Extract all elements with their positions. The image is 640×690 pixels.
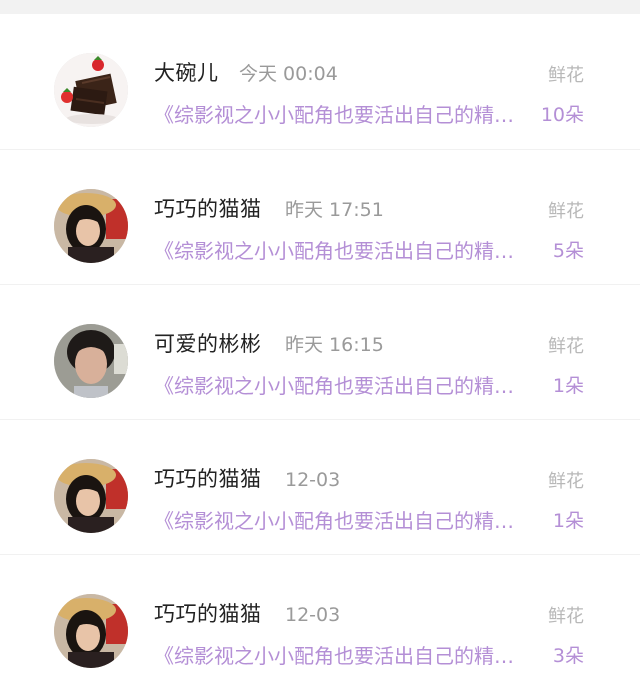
message-time: 12-03 [285, 604, 341, 626]
list-item[interactable]: 巧巧的猫猫 12-03 《综影视之小小配角也要活出自己的精彩》 鲜花 1朵 [0, 420, 640, 555]
sender-name[interactable]: 巧巧的猫猫 [154, 466, 262, 492]
list-item[interactable]: 可爱的彬彬 昨天 16:15 《综影视之小小配角也要活出自己的精彩》 鲜花 1朵 [0, 285, 640, 420]
gift-message-list: 大碗儿 今天 00:04 《综影视之小小配角也要活出自己的精彩》 鲜花 10朵 … [0, 14, 640, 690]
message-preview[interactable]: 《综影视之小小配角也要活出自己的精彩》 [154, 373, 532, 399]
list-item[interactable]: 巧巧的猫猫 12-03 《综影视之小小配角也要活出自己的精彩》 鲜花 3朵 [0, 555, 640, 690]
message-preview[interactable]: 《综影视之小小配角也要活出自己的精彩》 [154, 238, 532, 264]
message-time: 昨天 17:51 [285, 199, 384, 221]
sender-name[interactable]: 巧巧的猫猫 [154, 196, 262, 222]
gift-label: 鲜花 [548, 606, 584, 627]
list-item[interactable]: 大碗儿 今天 00:04 《综影视之小小配角也要活出自己的精彩》 鲜花 10朵 [0, 14, 640, 150]
gift-label: 鲜花 [548, 336, 584, 357]
sender-name[interactable]: 可爱的彬彬 [154, 331, 262, 357]
gift-label: 鲜花 [548, 471, 584, 492]
avatar[interactable] [54, 324, 128, 398]
message-preview[interactable]: 《综影视之小小配角也要活出自己的精彩》 [154, 643, 532, 669]
avatar-woman-straw-hat [54, 594, 128, 668]
gift-label: 鲜花 [548, 201, 584, 222]
avatar-short-hair-person [54, 324, 128, 398]
message-time: 12-03 [285, 469, 341, 491]
gift-count: 10朵 [540, 104, 584, 126]
avatar[interactable] [54, 594, 128, 668]
message-time: 今天 00:04 [239, 63, 338, 85]
message-time: 昨天 16:15 [285, 334, 384, 356]
gift-count: 3朵 [552, 645, 584, 667]
avatar-chocolate-strawberry [54, 53, 128, 127]
sender-name[interactable]: 巧巧的猫猫 [154, 601, 262, 627]
message-preview[interactable]: 《综影视之小小配角也要活出自己的精彩》 [154, 508, 532, 534]
message-preview[interactable]: 《综影视之小小配角也要活出自己的精彩》 [154, 102, 532, 128]
gift-count: 1朵 [552, 375, 584, 397]
top-bar [0, 0, 640, 14]
avatar[interactable] [54, 189, 128, 263]
avatar[interactable] [54, 459, 128, 533]
gift-count: 5朵 [552, 240, 584, 262]
avatar-woman-straw-hat [54, 189, 128, 263]
list-item[interactable]: 巧巧的猫猫 昨天 17:51 《综影视之小小配角也要活出自己的精彩》 鲜花 5朵 [0, 150, 640, 285]
avatar-woman-straw-hat [54, 459, 128, 533]
avatar[interactable] [54, 53, 128, 127]
sender-name[interactable]: 大碗儿 [154, 60, 219, 86]
gift-label: 鲜花 [548, 65, 584, 86]
gift-count: 1朵 [552, 510, 584, 532]
